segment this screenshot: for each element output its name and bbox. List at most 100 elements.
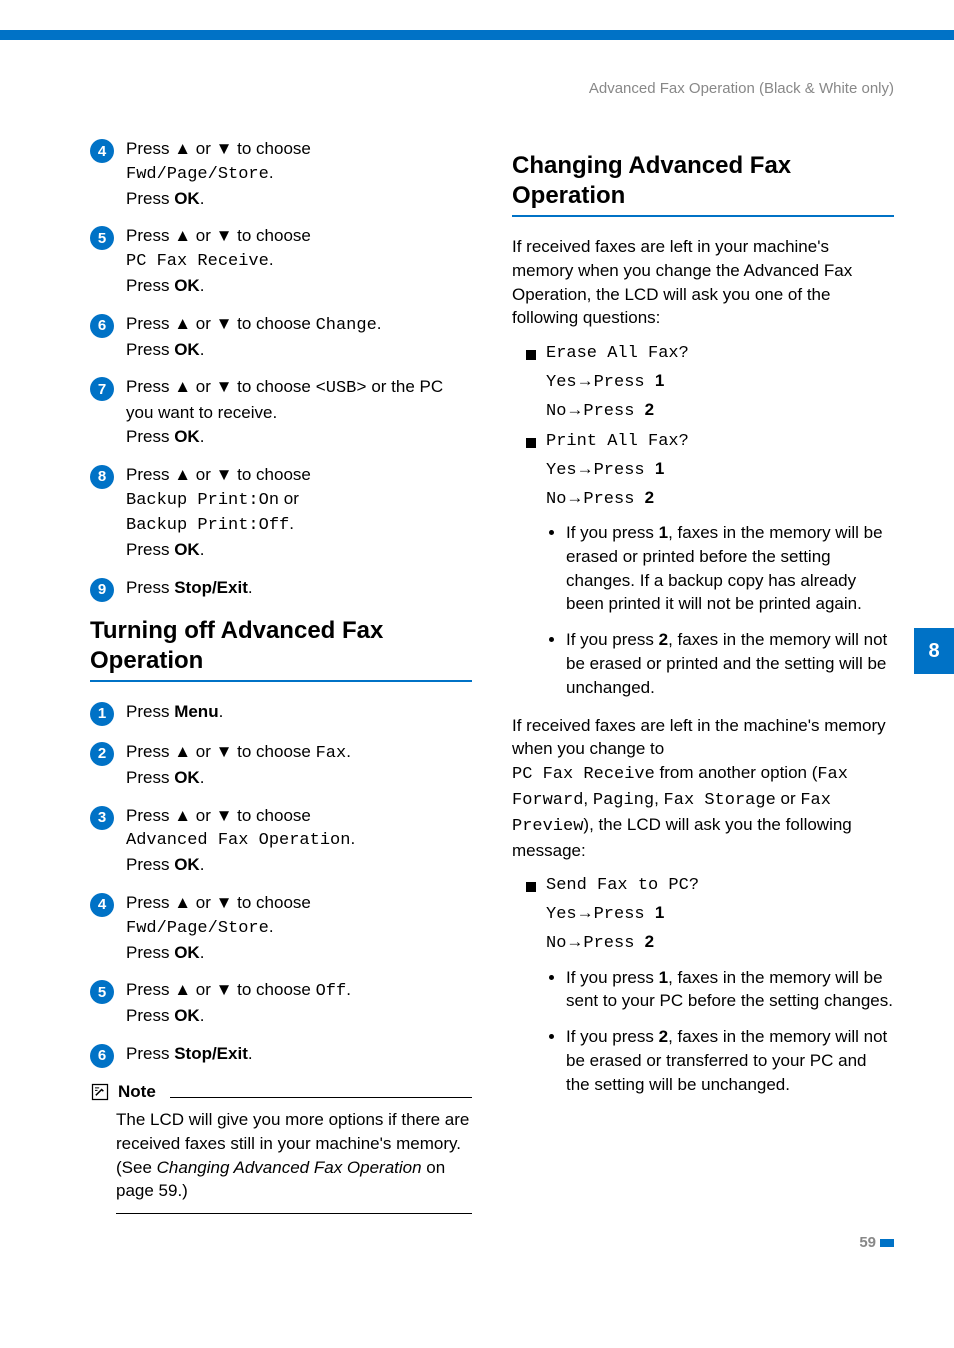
step-4: 4 Press or to choose Fwd/Page/Store. Pre… — [90, 137, 472, 210]
step-body: Press or to choose PC Fax Receive. Press… — [126, 224, 472, 297]
up-arrow-icon — [174, 465, 191, 484]
heading-underline — [512, 215, 894, 217]
step-number-badge: 5 — [90, 226, 114, 250]
step-body: Press or to choose Backup Print:On or Ba… — [126, 463, 472, 562]
lcd-text: Backup Print:Off — [126, 516, 289, 535]
stop-exit-key: Stop/Exit — [174, 578, 248, 597]
step-b4: 4 Press or to choose Fwd/Page/Store. Pre… — [90, 891, 472, 964]
key-2: 2 — [645, 488, 654, 507]
lcd-text: Paging — [593, 791, 654, 810]
ok-key: OK — [174, 1006, 200, 1025]
lcd-text: Send Fax to PC? — [546, 876, 699, 895]
t: to choose — [232, 742, 315, 761]
t: Press — [126, 702, 174, 721]
t: or — [279, 489, 299, 508]
note-header: Note — [90, 1082, 472, 1102]
down-arrow-icon — [216, 314, 233, 333]
t: or — [191, 980, 216, 999]
t: or — [191, 465, 216, 484]
list-item: If you press 1, faxes in the memory will… — [566, 521, 894, 616]
list-item: If you press 2, faxes in the memory will… — [566, 1025, 894, 1096]
lcd-text: Change — [316, 316, 377, 335]
t: Press — [126, 1006, 174, 1025]
down-arrow-icon — [216, 742, 233, 761]
t: Press — [126, 189, 174, 208]
t: Press — [126, 427, 174, 446]
lcd-text: Backup Print:On — [126, 491, 279, 510]
heading-change: Changing Advanced Fax Operation — [512, 151, 894, 211]
down-arrow-icon — [216, 465, 233, 484]
t: . — [269, 917, 274, 936]
right-arrow-icon: → — [566, 400, 583, 419]
down-arrow-icon — [216, 980, 233, 999]
t: Press — [126, 980, 174, 999]
right-column: Changing Advanced Fax Operation If recei… — [512, 137, 894, 1214]
right-arrow-icon: → — [577, 903, 594, 922]
t: If you press — [566, 523, 659, 542]
key-2: 2 — [659, 1027, 668, 1046]
t: , — [583, 789, 592, 808]
square-bullet-icon — [526, 438, 536, 448]
square-bullet-icon — [526, 350, 536, 360]
t: . — [248, 578, 253, 597]
t: Press — [126, 578, 174, 597]
t: Press — [126, 943, 174, 962]
step-body: Press or to choose Off. Press OK. — [126, 978, 472, 1028]
lcd-prompt: Erase All Fax? — [526, 344, 894, 363]
t: to choose — [232, 377, 315, 396]
step-body: Press or to choose Fwd/Page/Store. Press… — [126, 137, 472, 210]
t: . — [346, 980, 351, 999]
t: or — [191, 893, 216, 912]
lcd-text: Press — [594, 373, 655, 392]
step-9: 9 Press Stop/Exit. — [90, 576, 472, 602]
up-arrow-icon — [174, 893, 191, 912]
t: to choose — [232, 465, 310, 484]
lcd-text: No — [546, 934, 566, 953]
t: Press — [126, 806, 174, 825]
down-arrow-icon — [216, 226, 233, 245]
t: . — [200, 340, 205, 359]
t: . — [200, 189, 205, 208]
lcd-text: Yes — [546, 905, 577, 924]
step-number-badge: 4 — [90, 893, 114, 917]
step-body: Press or to choose <USB> or the PC you w… — [126, 375, 472, 448]
lcd-text: Press — [583, 490, 644, 509]
lcd-text: No — [546, 490, 566, 509]
t: Press — [126, 340, 174, 359]
ok-key: OK — [174, 855, 200, 874]
t: to choose — [232, 980, 315, 999]
lcd-text: Yes — [546, 373, 577, 392]
t: Press — [126, 893, 174, 912]
t: or — [191, 806, 216, 825]
lcd-option: Yes→Press 1 — [546, 455, 894, 484]
up-arrow-icon — [174, 980, 191, 999]
square-bullet-icon — [526, 882, 536, 892]
step-body: Press or to choose Change. Press OK. — [126, 312, 472, 362]
lcd-option: No→Press 2 — [546, 484, 894, 513]
t: . — [350, 829, 355, 848]
step-8: 8 Press or to choose Backup Print:On or … — [90, 463, 472, 562]
key-2: 2 — [645, 400, 654, 419]
down-arrow-icon — [216, 377, 233, 396]
lcd-text: Erase All Fax? — [546, 344, 689, 363]
t: or — [191, 139, 216, 158]
t: to choose — [232, 226, 310, 245]
t: from another option ( — [655, 763, 818, 782]
xref: Changing Advanced Fax Operation — [157, 1158, 422, 1177]
lcd-text: PC Fax Receive — [512, 765, 655, 784]
note-rule — [170, 1097, 472, 1098]
up-arrow-icon — [174, 226, 191, 245]
note-icon — [90, 1082, 110, 1102]
note-body: The LCD will give you more options if th… — [116, 1108, 472, 1214]
lcd-option: Yes→Press 1 — [546, 899, 894, 928]
lcd-text: Press — [583, 934, 644, 953]
step-b6: 6 Press Stop/Exit. — [90, 1042, 472, 1068]
right-arrow-icon: → — [577, 459, 594, 478]
up-arrow-icon — [174, 377, 191, 396]
key-1: 1 — [659, 968, 668, 987]
page-content: 8 Advanced Fax Operation (Black & White … — [0, 40, 954, 1281]
lcd-text: Print All Fax? — [546, 432, 689, 451]
heading-underline — [90, 680, 472, 682]
step-7: 7 Press or to choose <USB> or the PC you… — [90, 375, 472, 448]
step-number-badge: 6 — [90, 314, 114, 338]
